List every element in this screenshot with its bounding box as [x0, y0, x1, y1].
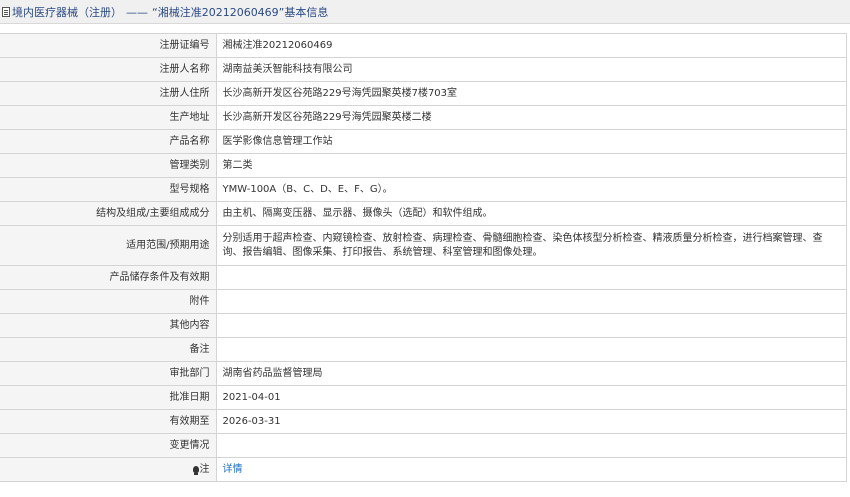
row-value: [215, 337, 847, 362]
row-label: 适用范围/预期用途: [0, 225, 217, 266]
table-row: 有效期至 2026-03-31: [0, 409, 847, 434]
row-value: [215, 313, 847, 338]
row-label: 生产地址: [0, 105, 217, 130]
note-row: 注 详情: [0, 457, 847, 482]
row-value: 第二类: [215, 153, 847, 178]
row-label: 结构及组成/主要组成成分: [0, 201, 217, 226]
row-value: [215, 289, 847, 314]
row-label: 变更情况: [0, 433, 217, 458]
table-row: 备注: [0, 337, 847, 362]
row-label: 其他内容: [0, 313, 217, 338]
row-value: 湘械注准20212060469: [215, 33, 847, 58]
row-label: 审批部门: [0, 361, 217, 386]
row-label: 产品名称: [0, 129, 217, 154]
detail-table: 注册证编号 湘械注准20212060469 注册人名称 湖南益美沃智能科技有限公司 …: [0, 33, 847, 482]
table-row: 生产地址 长沙高新开发区谷苑路229号海凭园聚英楼二楼: [0, 105, 847, 130]
page-title: 境内医疗器械（注册） —— “湘械注准20212060469”基本信息: [12, 4, 328, 20]
row-value: 长沙高新开发区谷苑路229号海凭园聚英楼7楼703室: [215, 81, 847, 106]
detail-table-body: 注册证编号 湘械注准20212060469 注册人名称 湖南益美沃智能科技有限公司 …: [0, 33, 847, 482]
details-link[interactable]: 详情: [223, 464, 243, 475]
row-value: [215, 433, 847, 458]
title-prefix: 境内医疗器械（注册）: [12, 5, 122, 19]
row-value: 湖南省药品监督管理局: [215, 361, 847, 386]
row-value: [215, 265, 847, 290]
table-row: 注册人住所 长沙高新开发区谷苑路229号海凭园聚英楼7楼703室: [0, 81, 847, 106]
row-value: 分别适用于超声检查、内窥镜检查、放射检查、病理检查、骨髓细胞检查、染色体核型分析…: [215, 225, 847, 266]
table-row: 型号规格 YMW-100A（B、C、D、E、F、G）。: [0, 177, 847, 202]
table-row: 产品储存条件及有效期: [0, 265, 847, 290]
table-row: 注册人名称 湖南益美沃智能科技有限公司: [0, 57, 847, 82]
table-row: 变更情况: [0, 433, 847, 458]
row-label: 批准日期: [0, 385, 217, 410]
table-row: 结构及组成/主要组成成分 由主机、隔离变压器、显示器、摄像头（选配）和软件组成。: [0, 201, 847, 226]
lightbulb-icon: [192, 465, 199, 475]
row-label: 管理类别: [0, 153, 217, 178]
row-value: 湖南益美沃智能科技有限公司: [215, 57, 847, 82]
table-row: 批准日期 2021-04-01: [0, 385, 847, 410]
table-row: 注册证编号 湘械注准20212060469: [0, 33, 847, 58]
table-row: 其他内容: [0, 313, 847, 338]
row-label: 注册人名称: [0, 57, 217, 82]
table-row: 管理类别 第二类: [0, 153, 847, 178]
row-value: YMW-100A（B、C、D、E、F、G）。: [215, 177, 847, 202]
document-icon: [2, 6, 10, 17]
table-row: 适用范围/预期用途 分别适用于超声检查、内窥镜检查、放射检查、病理检查、骨髓细胞检…: [0, 225, 847, 266]
row-value: 医学影像信息管理工作站: [215, 129, 847, 154]
row-label: 附件: [0, 289, 217, 314]
table-row: 审批部门 湖南省药品监督管理局: [0, 361, 847, 386]
row-label: 注册证编号: [0, 33, 217, 58]
row-value: 长沙高新开发区谷苑路229号海凭园聚英楼二楼: [215, 105, 847, 130]
title-separator: ——: [126, 5, 148, 19]
row-label: 备注: [0, 337, 217, 362]
row-label: 型号规格: [0, 177, 217, 202]
page-header: 境内医疗器械（注册） —— “湘械注准20212060469”基本信息: [0, 0, 850, 24]
row-value: 2026-03-31: [215, 409, 847, 434]
table-row: 附件: [0, 289, 847, 314]
row-label: 注册人住所: [0, 81, 217, 106]
row-label: 有效期至: [0, 409, 217, 434]
row-value: 2021-04-01: [215, 385, 847, 410]
note-label-cell: 注: [0, 457, 217, 482]
row-label: 产品储存条件及有效期: [0, 265, 217, 290]
note-label: 注: [199, 463, 210, 475]
table-row: 产品名称 医学影像信息管理工作站: [0, 129, 847, 154]
title-subtitle: “湘械注准20212060469”基本信息: [152, 5, 329, 19]
row-value: 由主机、隔离变压器、显示器、摄像头（选配）和软件组成。: [215, 201, 847, 226]
note-value-cell: 详情: [215, 457, 847, 482]
